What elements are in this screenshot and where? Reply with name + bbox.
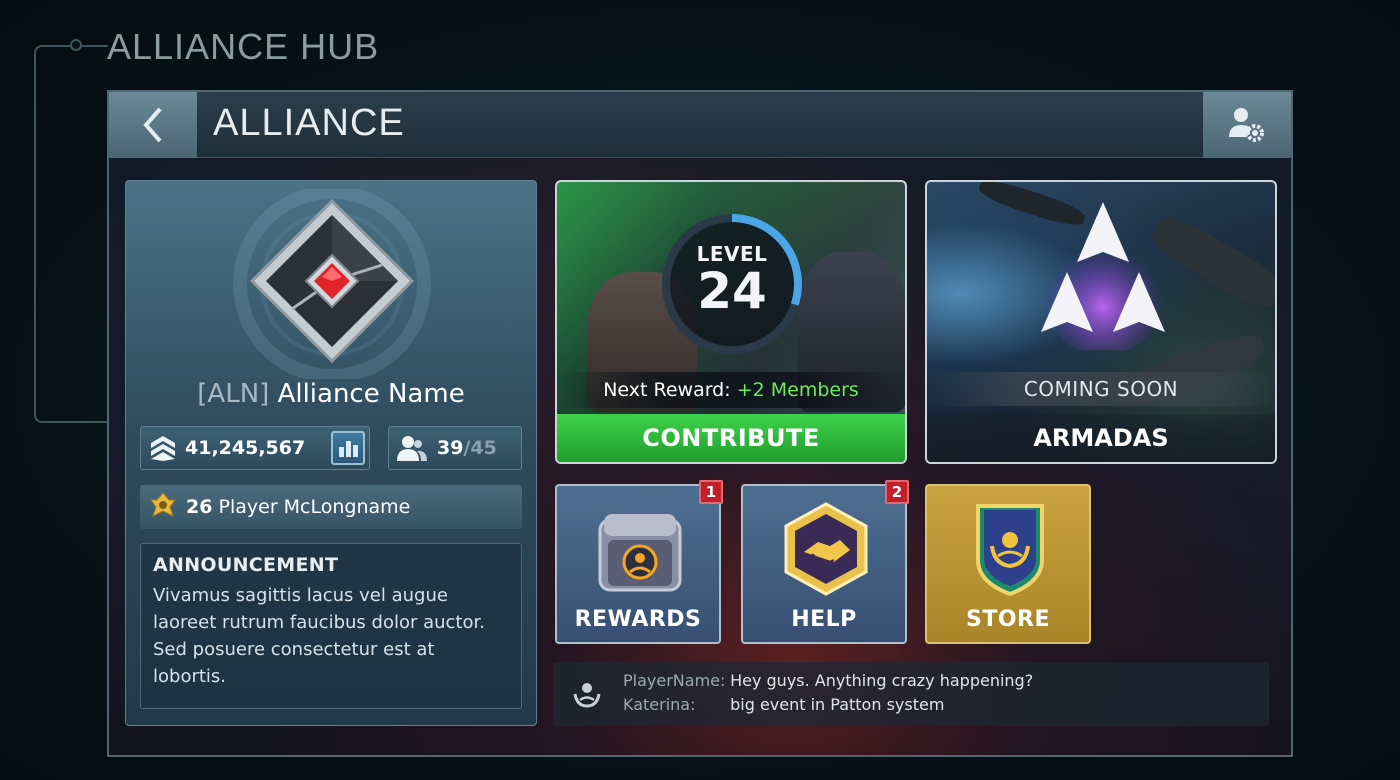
alliance-power-box: 41,245,567: [140, 426, 370, 470]
member-count-max: /45: [463, 437, 497, 459]
hub-bracket-line: [34, 45, 108, 423]
next-reward-value: +2 Members: [736, 379, 859, 401]
page-heading: ALLIANCE HUB: [107, 26, 380, 67]
store-label: STORE: [965, 607, 1051, 632]
page-title: ALLIANCE: [213, 102, 405, 144]
alliance-name: [ALN] Alliance Name: [126, 379, 536, 409]
chat-author: PlayerName:: [623, 671, 726, 690]
next-reward-label: Next Reward:: [603, 379, 731, 401]
alliance-emblem-icon: [233, 189, 431, 379]
chat-author: Katerina:: [623, 695, 696, 714]
rewards-notification-badge: 1: [699, 480, 723, 504]
leader-name: Player McLongname: [218, 496, 411, 518]
help-label: HELP: [791, 607, 857, 632]
announcement-body: Vivamus sagittis lacus vel augue laoreet…: [153, 585, 485, 687]
rewards-tile[interactable]: REWARDS: [555, 484, 721, 644]
alliance-window: ALLIANCE [ALN] Alliance Name 41,245,567 …: [107, 90, 1293, 757]
alliance-chat-preview[interactable]: PlayerName: Hey guys. Anything crazy hap…: [553, 662, 1269, 726]
announcement-title: ANNOUNCEMENT: [153, 554, 339, 576]
power-ranking-button[interactable]: [331, 431, 365, 465]
settings-button[interactable]: [1203, 92, 1291, 158]
next-reward: Next Reward: +2 Members: [557, 372, 905, 408]
level-display: LEVEL 24: [658, 210, 806, 358]
power-chevron-icon: [151, 436, 175, 461]
store-shield-icon: [976, 504, 1044, 596]
alliance-chat-icon: [573, 683, 601, 708]
announcement-box: ANNOUNCEMENT Vivamus sagittis lacus vel …: [140, 543, 522, 709]
chat-text: big event in Patton system: [730, 695, 945, 714]
hub-bracket-dot: [70, 39, 82, 51]
bar-chart-icon-bar: [345, 441, 351, 457]
alliance-tag: [ALN]: [197, 379, 270, 409]
contribute-card[interactable]: LEVEL 24 Next Reward: +2 Members CONTRIB…: [555, 180, 907, 464]
alliance-info-panel: [ALN] Alliance Name 41,245,567 39/45 26 …: [125, 180, 537, 726]
help-notification-badge: 2: [885, 480, 909, 504]
handshake-icon: [784, 502, 868, 596]
contribute-button[interactable]: CONTRIBUTE: [557, 414, 905, 462]
chat-message: Katerina: big event in Patton system: [623, 695, 944, 714]
users-icon: [397, 436, 427, 461]
armadas-status: COMING SOON: [927, 372, 1275, 406]
top-bar: ALLIANCE: [109, 92, 1291, 158]
alliance-emblem: [232, 189, 432, 379]
level-number: 24: [697, 262, 767, 320]
alliance-leader[interactable]: 26 Player McLongname: [140, 485, 522, 529]
alliance-power-value: 41,245,567: [185, 437, 306, 459]
bar-chart-icon-bar: [352, 445, 358, 457]
leader-level: 26: [186, 496, 213, 518]
help-tile[interactable]: HELP: [741, 484, 907, 644]
reward-chest-icon: [598, 514, 682, 592]
store-tile[interactable]: STORE: [925, 484, 1091, 644]
chat-text: Hey guys. Anything crazy happening?: [730, 671, 1034, 690]
rank-insignia-icon: [150, 492, 176, 517]
leader-info: 26 Player McLongname: [186, 496, 410, 518]
user-gear-icon: [1229, 108, 1264, 142]
back-button[interactable]: [109, 92, 197, 158]
alliance-name-text: Alliance Name: [277, 379, 465, 409]
bar-chart-icon: [338, 447, 344, 457]
armadas-card[interactable]: COMING SOON ARMADAS: [925, 180, 1277, 464]
member-count: 39/45: [437, 437, 497, 459]
armadas-label: ARMADAS: [927, 414, 1275, 462]
chevron-left-icon: [143, 107, 162, 143]
armada-emblem-icon: [1041, 202, 1165, 350]
chat-message: PlayerName: Hey guys. Anything crazy hap…: [623, 671, 1033, 690]
member-count-current: 39: [437, 437, 464, 459]
member-count-box[interactable]: 39/45: [388, 426, 522, 470]
rewards-label: REWARDS: [574, 607, 702, 632]
